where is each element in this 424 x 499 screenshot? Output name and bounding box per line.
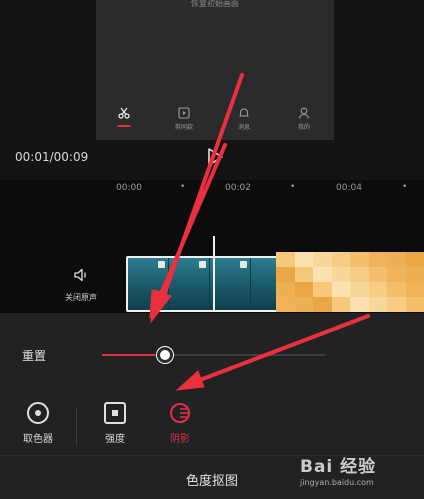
mosaic-cell — [368, 282, 387, 297]
mosaic-cell — [387, 267, 406, 282]
watermark-logo: Bai 经验 — [300, 457, 377, 477]
mosaic-cell — [405, 252, 424, 267]
tool-shadow[interactable]: 阴影 — [155, 402, 205, 445]
tool-eyedropper[interactable]: 取色器 — [13, 402, 63, 445]
mosaic-cell — [331, 282, 350, 297]
reset-button[interactable]: 重置 — [22, 347, 46, 364]
mosaic-cell — [387, 252, 406, 267]
mosaic-cell — [294, 267, 313, 282]
watermark-url: jingyan.baidu.com — [300, 478, 374, 487]
mosaic-cell — [313, 267, 332, 282]
mosaic-cell — [313, 282, 332, 297]
mosaic-cell — [331, 252, 350, 267]
mosaic-cell — [350, 297, 369, 312]
clip-thumbnail — [210, 258, 251, 310]
mosaic-cell — [331, 297, 350, 312]
mosaic-cell — [350, 282, 369, 297]
inner-tab-messages: 消息 — [224, 106, 264, 131]
slider-track[interactable] — [165, 354, 325, 356]
clip-thumbnail — [128, 258, 169, 310]
tool-intensity[interactable]: 强度 — [90, 402, 140, 445]
scissors-icon — [118, 107, 130, 119]
timeline-tick: 00:02 — [225, 183, 251, 193]
clip-thumbnail — [169, 258, 210, 310]
mosaic-cell — [405, 297, 424, 312]
mosaic-cell — [368, 252, 387, 267]
timeline-dot: • — [290, 182, 296, 192]
mosaic-cell — [350, 252, 369, 267]
mosaic-cell — [331, 267, 350, 282]
inner-tab-profile: 我的 — [284, 106, 324, 131]
mosaic-cell — [276, 282, 295, 297]
mosaic-cell — [387, 297, 406, 312]
mosaic-cell — [368, 267, 387, 282]
play-button[interactable] — [204, 146, 226, 168]
mosaic-cell — [405, 282, 424, 297]
timeline-dot: • — [402, 182, 408, 192]
eyedropper-icon — [27, 402, 49, 424]
mosaic-cell — [350, 267, 369, 282]
mosaic-cell — [387, 282, 406, 297]
mosaic-cell — [294, 282, 313, 297]
mosaic-cell — [313, 297, 332, 312]
tool-divider — [76, 408, 77, 446]
person-icon — [298, 107, 310, 119]
mosaic-cell — [313, 252, 332, 267]
preview-caption: 恢复初始画面 — [191, 0, 239, 8]
play-icon — [208, 148, 223, 166]
baidu-jingyan-watermark: Bai 经验 jingyan.baidu.com — [300, 452, 420, 494]
intensity-icon — [104, 402, 126, 424]
inner-tab-active-indicator — [117, 125, 131, 127]
shadow-icon — [170, 403, 190, 423]
inner-tab-template: 剪同款 — [164, 106, 204, 131]
template-icon — [178, 107, 190, 119]
speaker-icon — [74, 268, 86, 282]
mosaic-cell — [294, 297, 313, 312]
mosaic-cell — [276, 267, 295, 282]
timeline-tick: 00:00 — [116, 183, 142, 193]
timeline-tick: 00:04 — [336, 183, 362, 193]
slider-thumb[interactable] — [157, 347, 173, 363]
mosaic-cell — [276, 252, 295, 267]
timeline-dot: • — [180, 182, 186, 192]
mosaic-cell — [405, 267, 424, 282]
playback-timecode: 00:01/00:09 — [15, 150, 89, 164]
slider-track-filled[interactable] — [102, 354, 165, 356]
pixelated-overlay — [276, 252, 424, 312]
mosaic-cell — [294, 252, 313, 267]
mute-original-audio-button[interactable]: 关闭原声 — [56, 266, 106, 303]
playhead[interactable] — [213, 236, 215, 310]
mosaic-cell — [368, 297, 387, 312]
video-clip-strip[interactable] — [126, 256, 294, 312]
bell-icon — [239, 108, 249, 117]
mosaic-cell — [276, 297, 295, 312]
inner-tab-edit — [104, 106, 144, 122]
